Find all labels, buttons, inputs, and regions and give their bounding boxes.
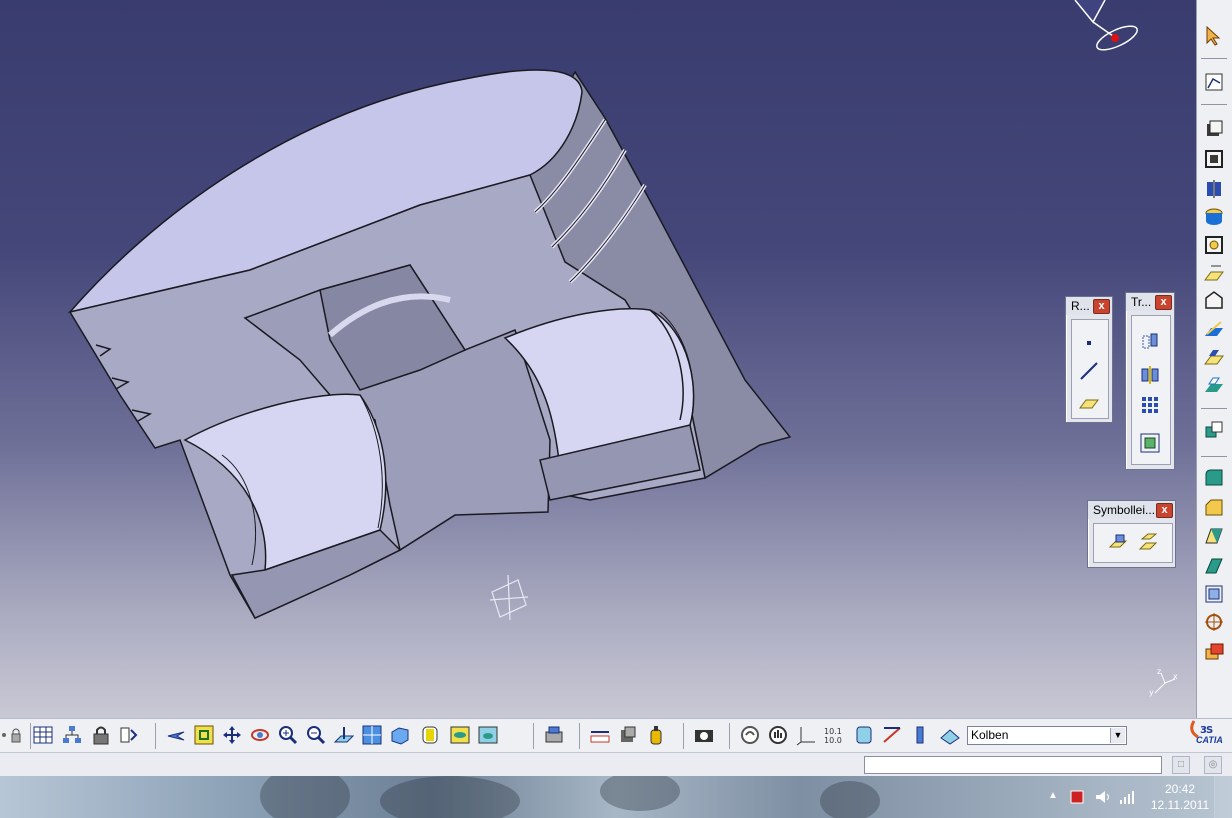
right-toolbar: [1196, 0, 1232, 718]
axis-icon[interactable]: [795, 724, 819, 748]
command-input[interactable]: [864, 756, 1162, 774]
axis-system-icon[interactable]: [1202, 418, 1226, 442]
pattern-icon[interactable]: [1139, 394, 1163, 418]
shell-icon[interactable]: [1202, 373, 1226, 397]
network-icon[interactable]: [1118, 788, 1136, 806]
windows-taskbar: ▲ 20:42 12.11.2011: [0, 776, 1232, 818]
plane-icon[interactable]: [1078, 390, 1102, 414]
formula-icon[interactable]: [767, 724, 791, 748]
rotate-icon[interactable]: [249, 724, 273, 748]
zoom-in-icon[interactable]: [277, 724, 301, 748]
3d-viewport[interactable]: x z y R... x Tr... x Symbollei... x: [0, 0, 1196, 718]
svg-text:10.0: 10.0: [824, 736, 842, 745]
stop-command-icon[interactable]: □: [1172, 756, 1190, 774]
volume-icon[interactable]: [1094, 788, 1112, 806]
toolbar-body: [1071, 319, 1109, 419]
sketch-plane-icon[interactable]: [1138, 531, 1162, 555]
hole-icon[interactable]: [1202, 205, 1226, 229]
symmetry-icon[interactable]: [1139, 364, 1163, 388]
rib-icon[interactable]: [1202, 233, 1226, 257]
chevron-down-icon[interactable]: ▼: [1110, 728, 1125, 743]
svg-text:y: y: [1149, 688, 1154, 697]
multi-pad-icon[interactable]: [1202, 317, 1226, 341]
hide-show-icon[interactable]: [449, 724, 473, 748]
tree-icon[interactable]: [61, 724, 85, 748]
update-icon[interactable]: [118, 724, 142, 748]
measure-item-icon[interactable]: [617, 724, 641, 748]
iso-view-icon[interactable]: [389, 724, 413, 748]
units-icon[interactable]: 10.1 10.0: [823, 724, 847, 748]
toolbar-body: [1131, 315, 1171, 465]
sketch-analysis-icon[interactable]: [853, 724, 877, 748]
show-hidden-icon[interactable]: ▲: [1048, 790, 1058, 801]
layer-icon[interactable]: [909, 724, 933, 748]
cancel-command-icon[interactable]: ◎: [1204, 756, 1222, 774]
current-part-select[interactable]: Kolben ▼: [967, 726, 1127, 745]
sketch-based-icon[interactable]: [1108, 531, 1132, 555]
toolbar-body: [1093, 523, 1173, 563]
show-desktop-button[interactable]: [1214, 776, 1232, 818]
anchor-icon[interactable]: [1202, 610, 1226, 634]
clock-time[interactable]: 20:42: [1150, 782, 1210, 796]
clock-date[interactable]: 12.11.2011: [1144, 798, 1216, 812]
current-part-value: Kolben: [971, 728, 1009, 742]
multi-view-icon[interactable]: [361, 724, 385, 748]
capture-icon[interactable]: [693, 724, 717, 748]
knowledge-icon[interactable]: [739, 724, 763, 748]
zoom-out-icon[interactable]: [305, 724, 329, 748]
svg-text:10.1: 10.1: [824, 727, 842, 736]
swap-visible-icon[interactable]: [477, 724, 501, 748]
draft-icon[interactable]: [1202, 345, 1226, 369]
chamfer-icon[interactable]: [1202, 496, 1226, 520]
floating-toolbar-transformations[interactable]: Tr... x: [1125, 292, 1175, 470]
pad-icon[interactable]: [1202, 117, 1226, 141]
apply-material-icon[interactable]: [543, 724, 567, 748]
groove-icon[interactable]: [1202, 261, 1226, 285]
sketcher-icon[interactable]: [1202, 70, 1226, 94]
scale-icon[interactable]: [1139, 432, 1163, 456]
close-icon[interactable]: x: [1093, 299, 1110, 314]
floating-toolbar-reference[interactable]: R... x: [1065, 296, 1113, 423]
pocket-icon[interactable]: [1202, 147, 1226, 171]
plane-indicator-icon: [489, 574, 529, 621]
floating-toolbar-sketch-based[interactable]: Symbollei... x: [1087, 500, 1176, 568]
body-icon[interactable]: [1202, 582, 1226, 606]
compass-icon[interactable]: [1065, 0, 1145, 60]
stiffener-icon[interactable]: [1202, 289, 1226, 313]
command-bar: □ ◎: [0, 752, 1232, 777]
lock-icon[interactable]: [6, 724, 30, 748]
pan-icon[interactable]: [221, 724, 245, 748]
fit-all-icon[interactable]: [193, 724, 217, 748]
svg-text:z: z: [1157, 667, 1161, 676]
translate-icon[interactable]: [1139, 330, 1163, 354]
piston-model[interactable]: [0, 0, 1196, 718]
bottom-toolbar: 10.1 10.0 Kolben ▼ 3 S CATIA: [0, 718, 1232, 753]
close-icon[interactable]: x: [1156, 503, 1173, 518]
padlock-icon[interactable]: [90, 724, 114, 748]
catia-logo: 3 S CATIA: [1184, 719, 1228, 751]
power-icon[interactable]: [1068, 788, 1086, 806]
work-object-icon[interactable]: [939, 724, 963, 748]
normal-view-icon[interactable]: [333, 724, 357, 748]
close-icon[interactable]: x: [1155, 295, 1172, 310]
measure-inertia-icon[interactable]: [645, 724, 669, 748]
svg-text:x: x: [1173, 672, 1178, 681]
fly-icon[interactable]: [165, 724, 189, 748]
boolean-icon[interactable]: [1202, 640, 1226, 664]
measure-icon[interactable]: [589, 724, 613, 748]
logo-text: CATIA: [1196, 735, 1223, 745]
select-arrow-icon[interactable]: [1202, 24, 1226, 48]
line-icon[interactable]: [1078, 360, 1102, 384]
render-style-icon[interactable]: [419, 724, 443, 748]
axis-triad-icon: x z y: [1149, 667, 1178, 697]
table-icon[interactable]: [32, 724, 56, 748]
thickness-icon[interactable]: [1202, 524, 1226, 548]
point-icon[interactable]: [1078, 332, 1102, 356]
constraint-icon[interactable]: [881, 724, 905, 748]
fillet-icon[interactable]: [1202, 466, 1226, 490]
shaft-icon[interactable]: [1202, 177, 1226, 201]
split-icon[interactable]: [1202, 554, 1226, 578]
